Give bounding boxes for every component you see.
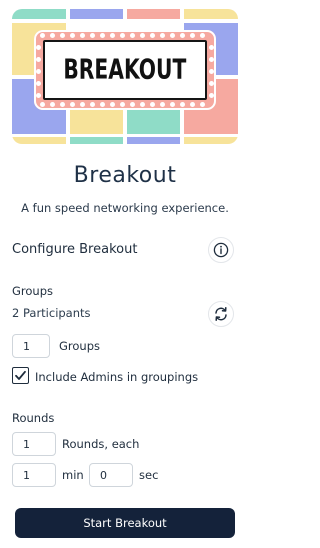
- marquee-text: BREAKOUT: [63, 54, 187, 86]
- banner-tile: [70, 137, 123, 144]
- include-admins-checkbox[interactable]: [12, 367, 29, 384]
- round-minutes-input[interactable]: 1: [12, 463, 56, 487]
- minutes-label: min: [62, 468, 84, 482]
- banner-tile: [127, 137, 180, 144]
- banner-tile: [127, 9, 180, 19]
- banner-tile: [184, 137, 238, 144]
- info-icon: [213, 242, 229, 258]
- banner-tile: [184, 9, 238, 19]
- marquee-panel: BREAKOUT: [43, 40, 207, 100]
- round-seconds-input[interactable]: 0: [89, 463, 133, 487]
- banner-tile: [70, 9, 123, 19]
- include-admins-label[interactable]: Include Admins in groupings: [35, 370, 198, 384]
- participants-count: 2 Participants: [12, 306, 91, 320]
- checkmark-icon: [15, 370, 26, 380]
- rounds-count-value: 1: [23, 437, 30, 451]
- groups-count-label: Groups: [59, 339, 101, 353]
- page-subtitle: A fun speed networking experience.: [21, 201, 229, 215]
- groups-count-value: 1: [23, 339, 30, 353]
- refresh-icon: [215, 307, 227, 321]
- rounds-count-label: Rounds, each: [62, 437, 140, 451]
- round-seconds-value: 0: [100, 468, 107, 482]
- refresh-button[interactable]: [208, 301, 234, 327]
- rounds-count-input[interactable]: 1: [12, 432, 56, 456]
- page-title: Breakout: [73, 163, 177, 188]
- marquee-sign: BREAKOUT: [34, 30, 216, 110]
- start-breakout-button[interactable]: Start Breakout: [15, 508, 235, 538]
- info-button[interactable]: [208, 237, 234, 263]
- rounds-title: Rounds: [12, 411, 55, 425]
- seconds-label: sec: [139, 468, 159, 482]
- banner-tile: [12, 137, 66, 144]
- groups-count-input[interactable]: 1: [12, 334, 50, 358]
- breakout-banner: BREAKOUT: [12, 9, 238, 144]
- groups-title: Groups: [12, 284, 54, 298]
- configure-title: Configure Breakout: [12, 242, 138, 257]
- round-minutes-value: 1: [23, 468, 30, 482]
- banner-tile: [12, 9, 66, 19]
